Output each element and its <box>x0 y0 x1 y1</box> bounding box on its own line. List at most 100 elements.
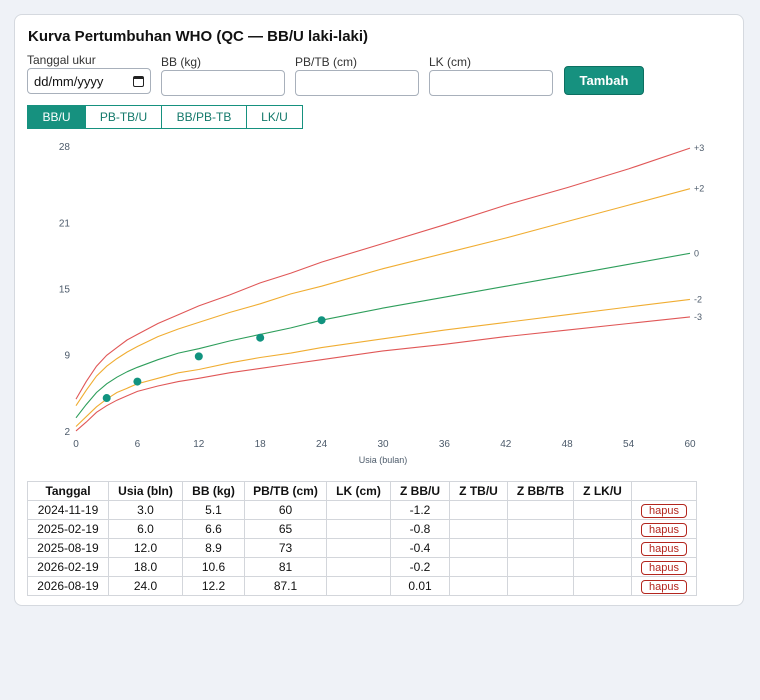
series-label: 0 <box>694 248 699 258</box>
table-cell <box>449 557 508 577</box>
table-cell: 3.0 <box>108 500 183 520</box>
table-cell: 87.1 <box>244 576 327 596</box>
series-line-1 <box>75 147 691 400</box>
table-row: 2026-08-19 24.0 12.2 87.1 0.01 hapus <box>27 576 697 596</box>
x-tick-label: 0 <box>73 439 79 450</box>
delete-button[interactable]: hapus <box>641 541 687 556</box>
table-cell: 12.2 <box>182 576 245 596</box>
y-tick-label: 2 <box>64 427 70 438</box>
table-cell-actions: hapus <box>631 576 697 596</box>
x-tick-label: 54 <box>623 439 635 450</box>
table-cell: 8.9 <box>182 538 245 558</box>
table-cell: 81 <box>244 557 327 577</box>
table-cell <box>326 538 391 558</box>
table-cell-actions: hapus <box>631 519 697 539</box>
col-z-bb-tb: Z BB/TB <box>507 481 574 501</box>
x-tick-label: 18 <box>255 439 267 450</box>
table-row: 2024-11-19 3.0 5.1 60 -1.2 hapus <box>27 500 697 520</box>
table-cell: 2024-11-19 <box>27 500 109 520</box>
x-tick-label: 24 <box>316 439 328 450</box>
table-cell <box>449 576 508 596</box>
table-cell: 2026-02-19 <box>27 557 109 577</box>
x-axis-label: Usia (bulan) <box>359 455 408 465</box>
table-row: 2025-02-19 6.0 6.6 65 -0.8 hapus <box>27 519 697 539</box>
table-cell <box>573 557 632 577</box>
table-row: 2026-02-19 18.0 10.6 81 -0.2 hapus <box>27 557 697 577</box>
x-tick-label: 12 <box>193 439 205 450</box>
col-z-tb-u: Z TB/U <box>449 481 508 501</box>
table-cell <box>573 500 632 520</box>
table-cell: 65 <box>244 519 327 539</box>
col-z-bb-u: Z BB/U <box>390 481 450 501</box>
measurement-point[interactable] <box>317 316 326 325</box>
x-tick-label: 36 <box>439 439 451 450</box>
table-cell: 2025-02-19 <box>27 519 109 539</box>
series-label: +2 <box>694 184 704 194</box>
measurement-point[interactable] <box>102 394 111 403</box>
y-tick-label: 9 <box>64 350 70 361</box>
table-cell <box>449 538 508 558</box>
measurement-point[interactable] <box>194 352 203 361</box>
table-cell: 2025-08-19 <box>27 538 109 558</box>
table-cell: 12.0 <box>108 538 183 558</box>
table-cell: 5.1 <box>182 500 245 520</box>
table-body: 2024-11-19 3.0 5.1 60 -1.2 hapus 2025-02-19 6.0… <box>27 500 697 596</box>
x-tick-label: 60 <box>684 439 696 450</box>
table-cell: 10.6 <box>182 557 245 577</box>
measurement-point[interactable] <box>256 333 265 342</box>
table-cell: 6.0 <box>108 519 183 539</box>
col-pb: PB/TB (cm) <box>244 481 327 501</box>
table-row: 2025-08-19 12.0 8.9 73 -0.4 hapus <box>27 538 697 558</box>
table-cell: 2026-08-19 <box>27 576 109 596</box>
table-cell <box>507 576 574 596</box>
table-cell: 18.0 <box>108 557 183 577</box>
col-usia: Usia (bln) <box>108 481 183 501</box>
table-cell-actions: hapus <box>631 538 697 558</box>
x-tick-label: 30 <box>377 439 389 450</box>
col-z-lk-u: Z LK/U <box>573 481 632 501</box>
delete-button[interactable]: hapus <box>641 522 687 537</box>
delete-button[interactable]: hapus <box>641 503 687 518</box>
table-cell <box>507 519 574 539</box>
table-cell <box>326 500 391 520</box>
col-lk: LK (cm) <box>326 481 391 501</box>
y-tick-label: 15 <box>59 285 71 296</box>
table-cell <box>326 557 391 577</box>
series-label: -3 <box>694 312 702 322</box>
x-tick-label: 42 <box>500 439 512 450</box>
table-cell: -0.2 <box>390 557 450 577</box>
measurements-table: Tanggal Usia (bln) BB (kg) PB/TB (cm) LK… <box>27 481 697 596</box>
table-cell: 6.6 <box>182 519 245 539</box>
table-cell <box>326 576 391 596</box>
table-cell: -0.4 <box>390 538 450 558</box>
table-cell: 73 <box>244 538 327 558</box>
table-cell <box>507 557 574 577</box>
y-tick-label: 21 <box>59 219 71 230</box>
delete-button[interactable]: hapus <box>641 560 687 575</box>
delete-button[interactable]: hapus <box>641 579 687 594</box>
table-cell <box>507 500 574 520</box>
table-cell <box>573 538 632 558</box>
growth-chart-card: Kurva Pertumbuhan WHO (QC — BB/U laki-la… <box>14 14 744 606</box>
table-cell <box>507 538 574 558</box>
series-label: -2 <box>694 294 702 304</box>
table-cell <box>449 519 508 539</box>
table-header-row: Tanggal Usia (bln) BB (kg) PB/TB (cm) LK… <box>27 481 697 501</box>
series-line-2 <box>75 188 691 407</box>
table-cell: 60 <box>244 500 327 520</box>
table-cell: -1.2 <box>390 500 450 520</box>
table-cell-actions: hapus <box>631 500 697 520</box>
growth-chart: 0 6 12 18 24 30 36 42 48 54 60 2 9 15 21 28 Usia (bulan)… <box>59 142 704 465</box>
table-cell <box>573 576 632 596</box>
col-tanggal: Tanggal <box>27 481 109 501</box>
x-tick-label: 6 <box>135 439 141 450</box>
table-cell-actions: hapus <box>631 557 697 577</box>
table-cell <box>326 519 391 539</box>
col-bb: BB (kg) <box>182 481 245 501</box>
table-cell: 0.01 <box>390 576 450 596</box>
table-cell <box>573 519 632 539</box>
col-actions <box>631 481 697 501</box>
measurement-point[interactable] <box>133 377 142 386</box>
table-cell <box>449 500 508 520</box>
series-line-5 <box>75 316 691 432</box>
